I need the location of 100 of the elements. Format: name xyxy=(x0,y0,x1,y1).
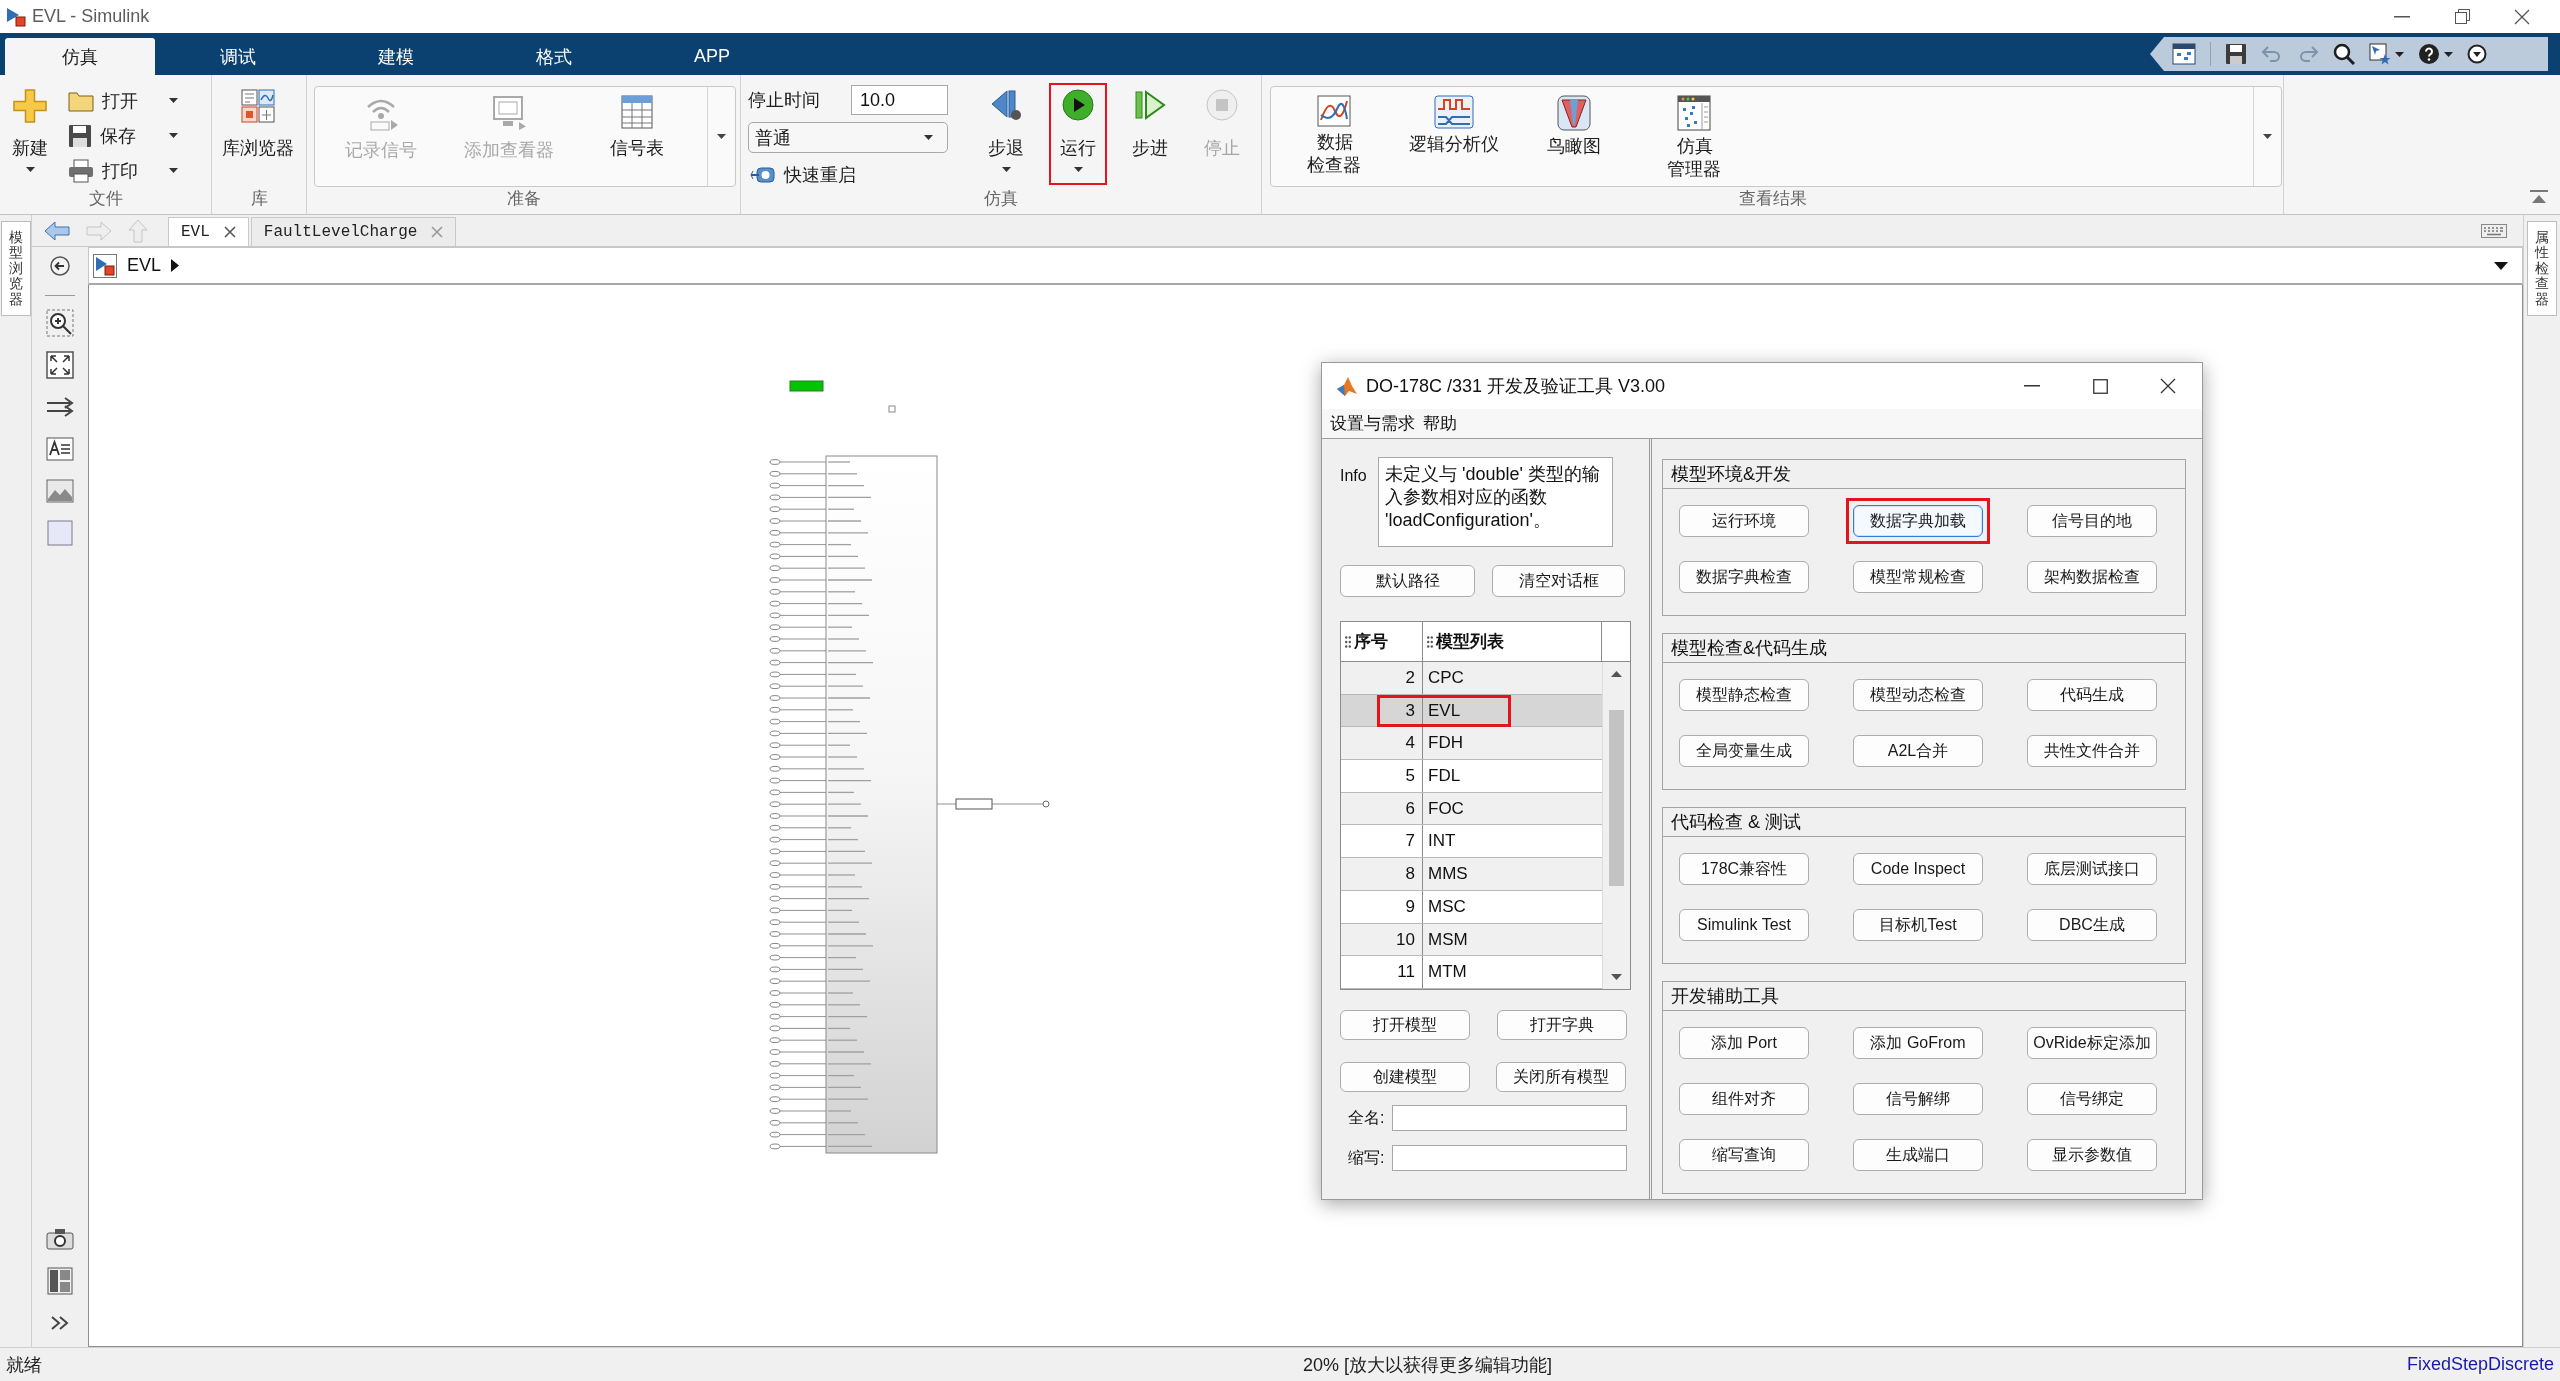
table-row[interactable]: 11 MTM xyxy=(1341,956,1602,989)
scrollbar-thumb[interactable] xyxy=(1609,710,1624,886)
dialog-button[interactable]: 目标机Test xyxy=(1853,909,1983,941)
help-icon[interactable] xyxy=(2418,43,2440,65)
dialog-button[interactable]: 数据字典检查 xyxy=(1679,561,1809,593)
dialog-button[interactable]: Code Inspect xyxy=(1853,853,1983,885)
ribbon-tab[interactable]: 格式 xyxy=(479,38,629,75)
side-panel-tab[interactable]: 属性检查器 xyxy=(2527,221,2557,316)
side-panel-tab[interactable]: 模型浏览器 xyxy=(0,221,31,316)
close-icon[interactable] xyxy=(2514,8,2530,25)
keyboard-icon[interactable] xyxy=(2481,224,2507,238)
gallery-button[interactable]: 鸟瞰图 xyxy=(1514,87,1634,186)
column-header[interactable]: 序号 xyxy=(1354,630,1388,653)
zoom-in-icon[interactable] xyxy=(46,309,74,337)
menu-item[interactable]: 设置与需求 xyxy=(1326,412,1419,435)
arrows-right-icon[interactable] xyxy=(46,396,74,418)
ribbon-tab[interactable]: 调试 xyxy=(163,38,313,75)
arrow-circle-icon[interactable] xyxy=(50,256,70,276)
dialog-button[interactable]: 数据字典加载 xyxy=(1853,505,1983,537)
dialog-button[interactable]: 默认路径 xyxy=(1340,565,1475,597)
dialog-button[interactable]: 模型静态检查 xyxy=(1679,679,1809,711)
dropdown-icon[interactable] xyxy=(2467,44,2487,64)
table-row[interactable]: 4 FDH xyxy=(1341,727,1602,761)
gallery-button[interactable]: 信号表 xyxy=(573,87,701,186)
dialog-button[interactable]: 共性文件合并 xyxy=(2027,735,2157,767)
close-icon[interactable] xyxy=(223,226,236,238)
dialog-button[interactable]: 178C兼容性 xyxy=(1679,853,1809,885)
text-field[interactable] xyxy=(1392,1105,1627,1131)
dialog-button[interactable]: 创建模型 xyxy=(1340,1062,1470,1092)
dialog-button[interactable]: 底层测试接口 xyxy=(2027,853,2157,885)
chevrons-right-icon[interactable] xyxy=(50,1315,70,1331)
layout-panels-icon[interactable] xyxy=(47,1267,73,1295)
scroll-down-icon[interactable] xyxy=(1611,974,1622,980)
table-row[interactable]: 5 FDL xyxy=(1341,760,1602,793)
table-row[interactable]: 6 FOC xyxy=(1341,792,1602,826)
simulation-mode-dropdown[interactable]: 普通 xyxy=(748,122,948,153)
ribbon-tab[interactable]: 仿真 xyxy=(5,38,155,75)
gallery-button[interactable]: 仿真管理器 xyxy=(1634,87,1754,186)
dialog-button[interactable]: 模型常规检查 xyxy=(1853,561,1983,593)
column-header[interactable]: 模型列表 xyxy=(1436,630,1504,653)
dialog-button[interactable]: 生成端口 xyxy=(1853,1139,1983,1171)
minimize-icon[interactable] xyxy=(2024,385,2040,387)
close-icon[interactable] xyxy=(2160,378,2176,394)
scroll-up-icon[interactable] xyxy=(1611,671,1622,677)
dialog-button[interactable]: 信号目的地 xyxy=(2027,505,2157,537)
window-icon[interactable] xyxy=(2172,43,2196,65)
dialog-button[interactable]: 打开字典 xyxy=(1497,1010,1627,1040)
dialog-button[interactable]: 打开模型 xyxy=(1340,1010,1470,1040)
dialog-button[interactable]: 添加 Port xyxy=(1679,1027,1809,1059)
dialog-button[interactable]: 添加 GoFrom xyxy=(1853,1027,1983,1059)
dialog-button[interactable]: 关闭所有模型 xyxy=(1496,1062,1626,1092)
minimize-icon[interactable] xyxy=(2394,15,2410,18)
back-arrow-icon[interactable] xyxy=(44,221,70,241)
dialog-button[interactable]: 显示参数值 xyxy=(2027,1139,2157,1171)
table-row[interactable]: 2 CPC xyxy=(1341,662,1602,695)
stop-time-field[interactable]: 10.0 xyxy=(851,85,948,115)
new-button[interactable]: 新建 xyxy=(6,83,54,185)
save-button[interactable]: 保存 xyxy=(64,118,182,153)
table-row[interactable]: 7 INT xyxy=(1341,825,1602,859)
camera-icon[interactable] xyxy=(46,1228,74,1250)
print-button[interactable]: 打印 xyxy=(64,153,182,188)
document-tab[interactable]: EVL xyxy=(168,217,249,246)
text-block-icon[interactable] xyxy=(46,437,74,461)
text-field[interactable] xyxy=(1392,1145,1627,1171)
ribbon-tab[interactable]: APP xyxy=(637,38,787,75)
ribbon-tab[interactable]: 建模 xyxy=(321,38,471,75)
dialog-button[interactable]: Simulink Test xyxy=(1679,909,1809,941)
gallery-button[interactable]: 逻辑分析仪 xyxy=(1394,87,1514,186)
table-row[interactable]: 8 MMS xyxy=(1341,858,1602,891)
step-back-button[interactable]: 步退 xyxy=(977,83,1035,185)
dialog-button[interactable]: 架构数据检查 xyxy=(2027,561,2157,593)
dialog-button[interactable]: A2L合并 xyxy=(1853,735,1983,767)
fit-to-view-icon[interactable] xyxy=(46,351,74,379)
open-button[interactable]: 打开 xyxy=(64,83,182,118)
collapse-icon[interactable] xyxy=(2530,190,2548,204)
run-button[interactable]: 运行 xyxy=(1049,83,1107,185)
step-forward-button[interactable]: 步进 xyxy=(1121,83,1179,185)
dialog-button[interactable]: 全局变量生成 xyxy=(1679,735,1809,767)
table-row[interactable]: 3 EVL xyxy=(1341,694,1602,728)
dialog-button[interactable]: 模型动态检查 xyxy=(1853,679,1983,711)
restore-icon[interactable] xyxy=(2454,9,2470,24)
caret-icon[interactable] xyxy=(2395,51,2404,57)
dialog-button[interactable]: 缩写查询 xyxy=(1679,1139,1809,1171)
library-browser-button[interactable]: 库浏览器 xyxy=(216,83,300,185)
dialog-button[interactable]: DBC生成 xyxy=(2027,909,2157,941)
dropdown-triangle-icon[interactable] xyxy=(2494,261,2508,270)
dialog-button[interactable]: 信号解绑 xyxy=(1853,1083,1983,1115)
maximize-icon[interactable] xyxy=(2092,378,2108,394)
document-tab[interactable]: FaultLevelCharge xyxy=(250,217,457,246)
save-icon[interactable] xyxy=(2225,43,2247,65)
scrollbar[interactable] xyxy=(1602,662,1630,989)
image-icon[interactable] xyxy=(46,479,74,503)
search-icon[interactable] xyxy=(2333,43,2355,65)
table-row[interactable]: 9 MSC xyxy=(1341,890,1602,924)
dialog-button[interactable]: 代码生成 xyxy=(2027,679,2157,711)
dialog-button[interactable]: 信号绑定 xyxy=(2027,1083,2157,1115)
menu-item[interactable]: 帮助 xyxy=(1419,412,1461,435)
dialog-button[interactable]: 运行环境 xyxy=(1679,505,1809,537)
dialog-button[interactable]: OvRide标定添加 xyxy=(2027,1027,2157,1059)
gallery-button[interactable]: 数据检查器 xyxy=(1274,87,1394,186)
